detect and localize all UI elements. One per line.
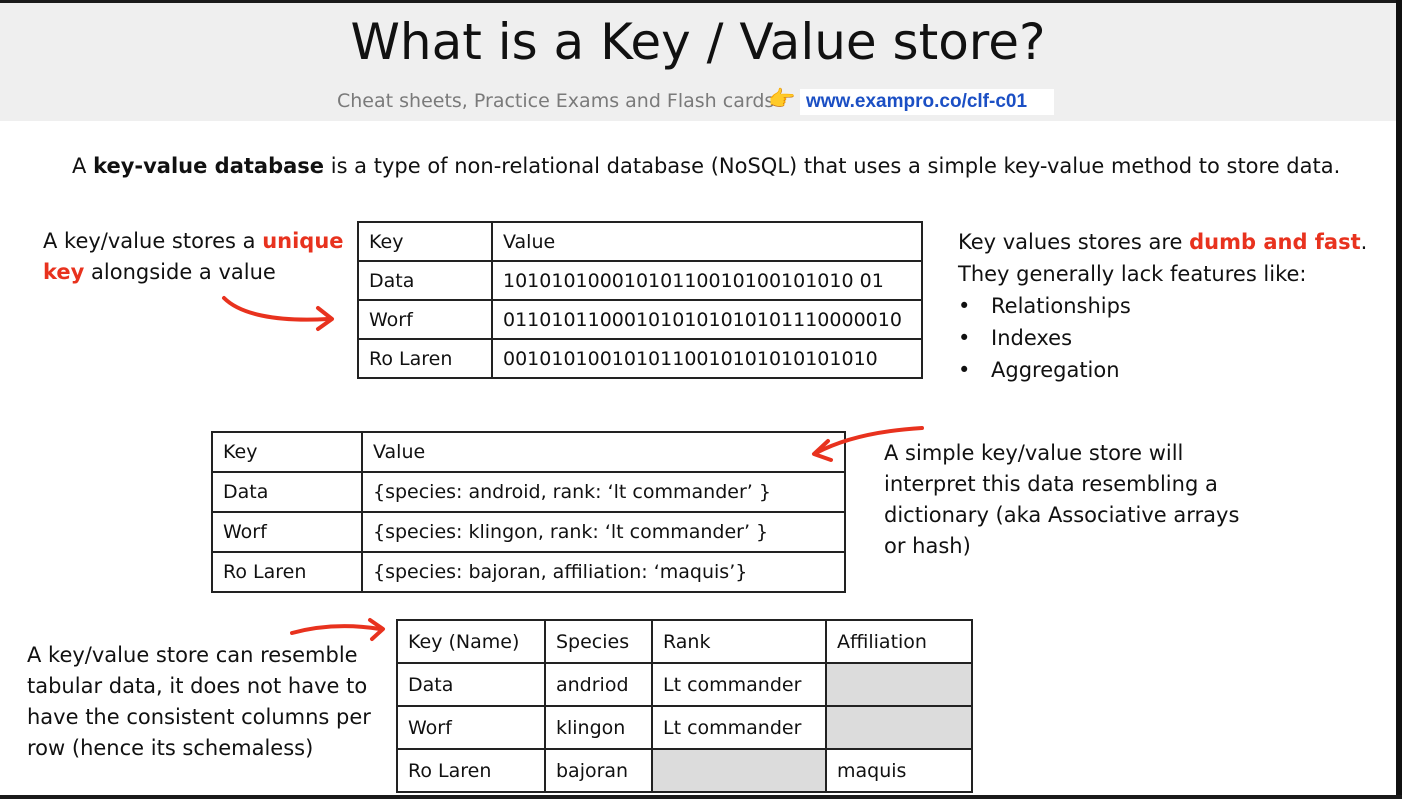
- rank-cell: Lt commander: [651, 662, 827, 707]
- pointing-hand-icon: 👉: [768, 87, 796, 112]
- affiliation-cell: maquis: [825, 748, 973, 793]
- header-cell: Value: [491, 221, 923, 262]
- note-highlight-unique: unique: [262, 229, 344, 253]
- list-item: Relationships: [958, 290, 1378, 322]
- right-border: [1396, 0, 1402, 799]
- value-cell: 0010101001010110010101010101010: [491, 338, 923, 379]
- note-line: row (hence its schemaless): [27, 736, 314, 760]
- note-text: A key/value stores a: [43, 229, 256, 253]
- feature-list: Relationships Indexes Aggregation: [958, 290, 1378, 386]
- note-period: .: [1360, 230, 1368, 254]
- note-text: alongside a value: [91, 260, 276, 284]
- table-row: Data {species: android, rank: ‘lt comman…: [211, 471, 846, 513]
- slide-header: What is a Key / Value store? Cheat sheet…: [0, 3, 1396, 121]
- list-item: Aggregation: [958, 354, 1378, 386]
- header-cell: Key (Name): [396, 619, 546, 664]
- value-cell: 10101010001010110010100101010 01: [491, 260, 923, 301]
- note-highlight-dumb-fast: dumb and fast: [1189, 230, 1361, 254]
- header-cell: Species: [544, 619, 653, 664]
- binary-kv-table: Key Value Data 1010101000101011001010010…: [357, 221, 923, 379]
- header-cell: Key: [357, 221, 493, 262]
- exampro-link[interactable]: www.exampro.co/clf-c01: [800, 89, 1054, 115]
- table-row: Worf {species: klingon, rank: ‘lt comman…: [211, 511, 846, 553]
- dictionary-note: A simple key/value store will interpret …: [884, 438, 1324, 562]
- key-cell: Ro Laren: [357, 338, 493, 379]
- rank-cell: Lt commander: [651, 705, 827, 750]
- value-cell: {species: android, rank: ‘lt commander’ …: [361, 471, 846, 513]
- note-line: tabular data, it does not have to: [27, 674, 368, 698]
- key-cell: Ro Laren: [211, 551, 363, 593]
- note-line: have the consistent columns per: [27, 705, 371, 729]
- note-line: dictionary (aka Associative arrays: [884, 503, 1240, 527]
- tabular-kv-table: Key (Name) Species Rank Affiliation Data…: [396, 619, 973, 793]
- tabular-note: A key/value store can resemble tabular d…: [27, 640, 387, 764]
- value-cell: {species: klingon, rank: ‘lt commander’ …: [361, 511, 846, 553]
- species-cell: andriod: [544, 662, 653, 707]
- key-cell: Data: [357, 260, 493, 301]
- empty-cell: [825, 705, 973, 750]
- header-cell: Affiliation: [825, 619, 973, 664]
- red-arrow-icon: [222, 296, 334, 331]
- table-row: Ro Laren {species: bajoran, affiliation:…: [211, 551, 846, 593]
- table-row: Data 10101010001010110010100101010 01: [357, 260, 923, 301]
- unique-key-note: A key/value stores a unique key alongsid…: [43, 226, 353, 288]
- key-cell: Data: [211, 471, 363, 513]
- red-arrow-icon: [290, 618, 385, 641]
- slide-subtitle: Cheat sheets, Practice Exams and Flash c…: [337, 90, 775, 112]
- note-line: A simple key/value store will: [884, 441, 1184, 465]
- table-header-row: Key Value: [211, 431, 846, 473]
- note-highlight-key: key: [43, 260, 85, 284]
- header-cell: Value: [361, 431, 846, 473]
- key-cell: Worf: [211, 511, 363, 553]
- species-cell: bajoran: [544, 748, 653, 793]
- dumb-fast-note: Key values stores are dumb and fast. The…: [958, 226, 1378, 386]
- intro-bold-term: key-value database: [93, 154, 325, 178]
- note-text: They generally lack features like:: [958, 262, 1307, 286]
- header-cell: Key: [211, 431, 363, 473]
- species-cell: klingon: [544, 705, 653, 750]
- key-cell: Worf: [396, 705, 546, 750]
- table-header-row: Key Value: [357, 221, 923, 262]
- note-text: Key values stores are: [958, 230, 1183, 254]
- bottom-border: [0, 795, 1402, 799]
- key-cell: Data: [396, 662, 546, 707]
- intro-prefix: A: [72, 154, 87, 178]
- header-cell: Rank: [651, 619, 827, 664]
- list-item: Indexes: [958, 322, 1378, 354]
- empty-cell: [651, 748, 827, 793]
- value-cell: {species: bajoran, affiliation: ‘maquis’…: [361, 551, 846, 593]
- table-row: Worf klingon Lt commander: [396, 705, 973, 750]
- table-row: Ro Laren 0010101001010110010101010101010: [357, 338, 923, 379]
- value-cell: 011010110001010101010101110000010: [491, 299, 923, 340]
- table-row: Worf 011010110001010101010101110000010: [357, 299, 923, 340]
- intro-sentence: A key-value database is a type of non-re…: [72, 154, 1340, 178]
- note-line: or hash): [884, 534, 971, 558]
- intro-rest: is a type of non-relational database (No…: [330, 154, 1341, 178]
- key-cell: Worf: [357, 299, 493, 340]
- key-cell: Ro Laren: [396, 748, 546, 793]
- table-row: Ro Laren bajoran maquis: [396, 748, 973, 793]
- note-line: interpret this data resembling a: [884, 472, 1218, 496]
- dictionary-kv-table: Key Value Data {species: android, rank: …: [211, 431, 846, 593]
- table-header-row: Key (Name) Species Rank Affiliation: [396, 619, 973, 664]
- table-row: Data andriod Lt commander: [396, 662, 973, 707]
- empty-cell: [825, 662, 973, 707]
- slide-title: What is a Key / Value store?: [350, 13, 1046, 71]
